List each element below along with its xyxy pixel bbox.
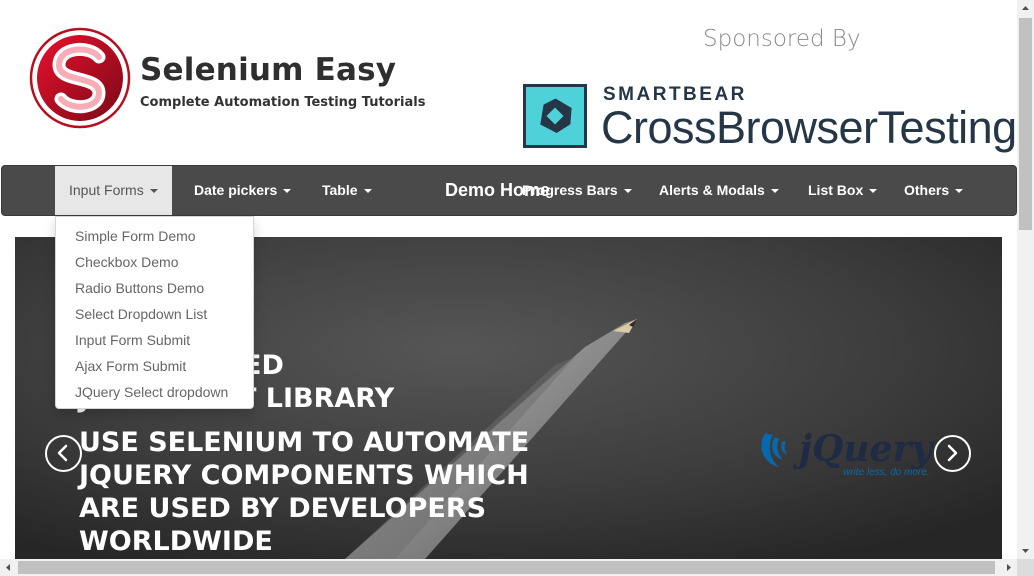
nav-label: Alerts & Modals <box>659 182 765 198</box>
caret-down-icon <box>955 189 964 194</box>
scroll-right-arrow-icon[interactable] <box>1000 559 1017 576</box>
menu-item-simple-form-demo[interactable]: Simple Form Demo <box>56 223 253 249</box>
caret-down-icon <box>283 189 292 194</box>
smartbear-logo-icon[interactable] <box>523 84 587 148</box>
brand-name[interactable]: Selenium Easy <box>140 52 396 88</box>
nav-label: Input Forms <box>69 182 144 198</box>
caret-down-icon <box>149 189 158 194</box>
selenium-easy-logo[interactable] <box>29 27 131 129</box>
nav-demo-home[interactable]: Demo Home <box>445 166 550 215</box>
nav-label: Table <box>322 182 358 198</box>
nav-others[interactable]: Others <box>904 166 964 215</box>
jquery-logo-tagline: write less, do more. <box>843 467 930 478</box>
menu-item-checkbox-demo[interactable]: Checkbox Demo <box>56 249 253 275</box>
menu-item-select-dropdown-list[interactable]: Select Dropdown List <box>56 301 253 327</box>
scroll-up-arrow-icon[interactable] <box>1017 0 1034 17</box>
carousel-body: USE SELENIUM TO AUTOMATE JQUERY COMPONEN… <box>79 426 529 558</box>
main-navbar: Input Forms Date pickers Table Progress … <box>1 165 1017 216</box>
horizontal-scroll-thumb[interactable] <box>18 561 995 574</box>
nav-label: Others <box>904 182 950 198</box>
nav-input-forms[interactable]: Input Forms <box>55 166 172 215</box>
jquery-logo-text: jQuery <box>793 428 934 470</box>
menu-item-ajax-form-submit[interactable]: Ajax Form Submit <box>56 353 253 379</box>
body-line: WORLDWIDE <box>79 526 273 557</box>
chevron-right-icon <box>947 444 958 462</box>
caret-down-icon <box>363 189 372 194</box>
menu-item-jquery-select-dropdown[interactable]: JQuery Select dropdown <box>56 379 253 405</box>
sponsor-name-big[interactable]: CrossBrowserTesting <box>601 102 1017 154</box>
caret-down-icon <box>623 189 632 194</box>
body-line: JQUERY COMPONENTS WHICH <box>79 460 529 491</box>
nav-date-pickers[interactable]: Date pickers <box>194 166 292 215</box>
carousel-prev-button[interactable] <box>45 435 82 472</box>
nav-label: Date pickers <box>194 182 278 198</box>
chevron-left-icon <box>57 444 68 462</box>
caret-down-icon <box>869 189 878 194</box>
sponsored-label: Sponsored By <box>703 26 861 52</box>
scrollbar-corner <box>1017 559 1034 576</box>
nav-table[interactable]: Table <box>322 166 372 215</box>
brand-tagline: Complete Automation Testing Tutorials <box>140 95 426 110</box>
menu-item-radio-buttons-demo[interactable]: Radio Buttons Demo <box>56 275 253 301</box>
nav-label: List Box <box>808 182 864 198</box>
vertical-scroll-thumb[interactable] <box>1019 18 1032 230</box>
input-forms-dropdown: Simple Form Demo Checkbox Demo Radio But… <box>55 216 254 409</box>
menu-item-input-form-submit[interactable]: Input Form Submit <box>56 327 253 353</box>
body-line: USE SELENIUM TO AUTOMATE <box>79 427 530 458</box>
caret-down-icon <box>770 189 779 194</box>
horizontal-scrollbar[interactable] <box>0 559 1017 576</box>
nav-alerts-modals[interactable]: Alerts & Modals <box>659 166 779 215</box>
scroll-left-arrow-icon[interactable] <box>0 559 17 576</box>
carousel-next-button[interactable] <box>934 435 971 472</box>
vertical-scrollbar[interactable] <box>1017 0 1034 559</box>
body-line: ARE USED BY DEVELOPERS <box>79 493 487 524</box>
jquery-logo: jQuery write less, do more. <box>761 428 934 478</box>
nav-list-box[interactable]: List Box <box>808 166 878 215</box>
scroll-down-arrow-icon[interactable] <box>1017 542 1034 559</box>
